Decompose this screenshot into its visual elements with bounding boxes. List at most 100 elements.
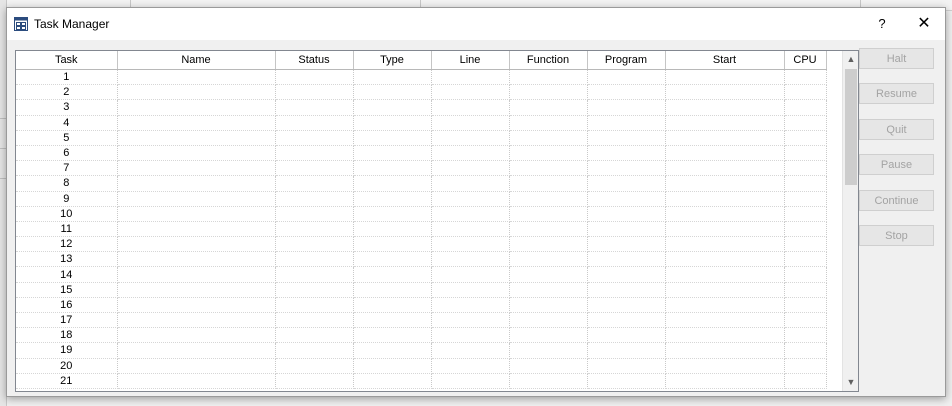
task-number-cell: 12 [16,236,118,253]
vertical-scrollbar[interactable]: ▲ ▼ [842,51,858,391]
table-row[interactable]: 14 [16,266,827,283]
cell-function [509,175,588,192]
column-header-cpu[interactable]: CPU [784,51,827,70]
cell-program [587,206,666,222]
column-header-line[interactable]: Line [431,51,510,70]
cell-status [275,327,354,344]
resume-button[interactable]: Resume [859,83,934,104]
table-row[interactable]: 15 [16,282,827,298]
cell-start [665,373,785,389]
table-row[interactable]: 1 [16,69,827,86]
quit-button[interactable]: Quit [859,119,934,140]
cell-type [353,206,432,222]
cell-status [275,69,354,86]
cell-name [117,236,276,253]
task-number-cell: 16 [16,297,118,314]
table-row[interactable]: 10 [16,206,827,222]
cell-cpu [784,327,827,344]
close-button[interactable]: ✕ [903,8,945,40]
pause-button[interactable]: Pause [859,154,934,175]
cell-line [431,373,510,389]
cell-type [353,342,432,359]
cell-start [665,69,785,86]
cell-type [353,251,432,268]
cell-start [665,145,785,162]
task-number-cell: 14 [16,266,118,283]
column-header-start[interactable]: Start [665,51,785,70]
table-row[interactable]: 9 [16,191,827,207]
task-number-cell: 17 [16,312,118,329]
column-header-name[interactable]: Name [117,51,276,70]
halt-button[interactable]: Halt [859,48,934,69]
cell-status [275,236,354,253]
table-row[interactable]: 21 [16,373,827,389]
cell-function [509,312,588,329]
cell-cpu [784,160,827,177]
cell-type [353,236,432,253]
cell-function [509,266,588,283]
cell-program [587,99,666,116]
table-row[interactable]: 2 [16,84,827,101]
table-row[interactable]: 13 [16,251,827,268]
column-header-type[interactable]: Type [353,51,432,70]
table-row[interactable]: 3 [16,99,827,116]
table-row[interactable]: 18 [16,327,827,344]
table-row[interactable]: 17 [16,312,827,329]
title-bar[interactable]: Task Manager ? ✕ [7,8,945,40]
table-row[interactable]: 5 [16,130,827,146]
table-row[interactable]: 11 [16,221,827,238]
column-header-program[interactable]: Program [587,51,666,70]
cell-cpu [784,312,827,329]
table-row[interactable]: 12 [16,236,827,253]
cell-function [509,130,588,146]
cell-line [431,69,510,86]
cell-cpu [784,266,827,283]
cell-status [275,266,354,283]
table-row[interactable]: 19 [16,342,827,359]
task-number-cell: 21 [16,373,118,389]
cell-line [431,206,510,222]
task-number-cell: 10 [16,206,118,222]
cell-name [117,373,276,389]
scroll-down-arrow-icon[interactable]: ▼ [843,374,858,391]
task-manager-app-icon [14,17,28,31]
cell-status [275,130,354,146]
cell-program [587,327,666,344]
cell-function [509,358,588,374]
cell-status [275,99,354,116]
cell-name [117,297,276,314]
table-row[interactable]: 6 [16,145,827,162]
table-row[interactable]: 20 [16,358,827,374]
cell-type [353,99,432,116]
table-row[interactable]: 7 [16,160,827,177]
continue-button[interactable]: Continue [859,190,934,211]
table-row[interactable]: 16 [16,297,827,314]
cell-start [665,130,785,146]
cell-function [509,160,588,177]
cell-type [353,191,432,207]
help-button[interactable]: ? [867,8,897,40]
column-header-function[interactable]: Function [509,51,588,70]
table-row[interactable]: 8 [16,175,827,192]
cell-program [587,266,666,283]
cell-status [275,175,354,192]
cell-type [353,312,432,329]
task-number-cell: 3 [16,99,118,116]
cell-cpu [784,221,827,238]
scroll-up-arrow-icon[interactable]: ▲ [843,51,858,68]
column-header-task[interactable]: Task [16,51,118,70]
cell-name [117,221,276,238]
cell-type [353,327,432,344]
cell-status [275,373,354,389]
cell-line [431,84,510,101]
task-table: Task Name Status Type Line Function Program Sta… [16,51,827,389]
table-row[interactable]: 4 [16,115,827,131]
cell-type [353,373,432,389]
cell-start [665,358,785,374]
stop-button[interactable]: Stop [859,225,934,246]
cell-function [509,206,588,222]
cell-type [353,115,432,131]
task-number-cell: 1 [16,69,118,86]
scrollbar-thumb[interactable] [845,69,857,185]
column-header-status[interactable]: Status [275,51,354,70]
